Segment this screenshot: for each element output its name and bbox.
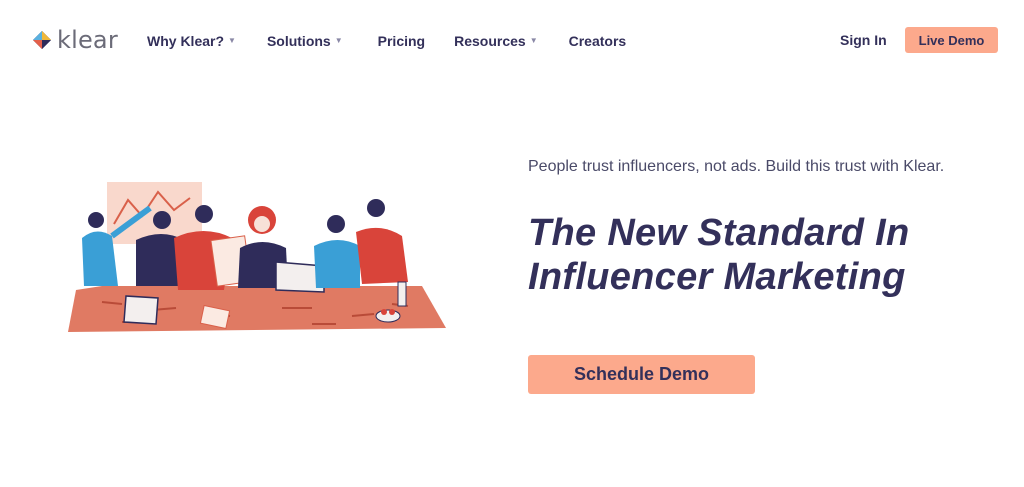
schedule-demo-button[interactable]: Schedule Demo	[528, 355, 755, 394]
klear-diamond-logo-icon	[33, 31, 51, 49]
top-navbar: klear Why Klear? ▼ Solutions ▼ Pricing R…	[0, 0, 1024, 80]
sign-in-link[interactable]: Sign In	[840, 31, 887, 49]
caret-down-icon: ▼	[334, 36, 343, 45]
nav-item-resources[interactable]: Resources ▼	[454, 31, 538, 50]
nav-item-label: Resources	[454, 32, 526, 49]
caret-down-icon: ▼	[529, 36, 538, 45]
hero-title: The New Standard In Influencer Marketing	[528, 211, 998, 299]
nav-item-solutions[interactable]: Solutions ▼	[267, 31, 343, 50]
nav-item-label: Pricing	[377, 32, 426, 49]
nav-item-label: Why Klear?	[147, 32, 225, 49]
caret-down-icon: ▼	[228, 36, 236, 45]
nav-item-creators[interactable]: Creators	[569, 32, 627, 50]
nav-item-label: Solutions	[266, 32, 331, 49]
brand-name: klear	[57, 26, 118, 54]
hero-tagline: People trust influencers, not ads. Build…	[528, 158, 945, 175]
main-menu: Why Klear? ▼ Solutions ▼ Pricing Resourc…	[147, 31, 626, 50]
live-demo-button[interactable]: Live Demo	[905, 27, 998, 53]
hero-title-line-2: Influencer Marketing	[528, 256, 906, 298]
nav-item-label: Creators	[568, 32, 627, 49]
nav-item-why-klear[interactable]: Why Klear? ▼	[147, 31, 236, 50]
hero-title-line-1: The New Standard In	[528, 212, 910, 254]
nav-item-pricing[interactable]: Pricing	[378, 32, 425, 50]
team-collaboration-illustration	[68, 182, 446, 332]
klear-logo[interactable]: klear	[31, 26, 118, 54]
